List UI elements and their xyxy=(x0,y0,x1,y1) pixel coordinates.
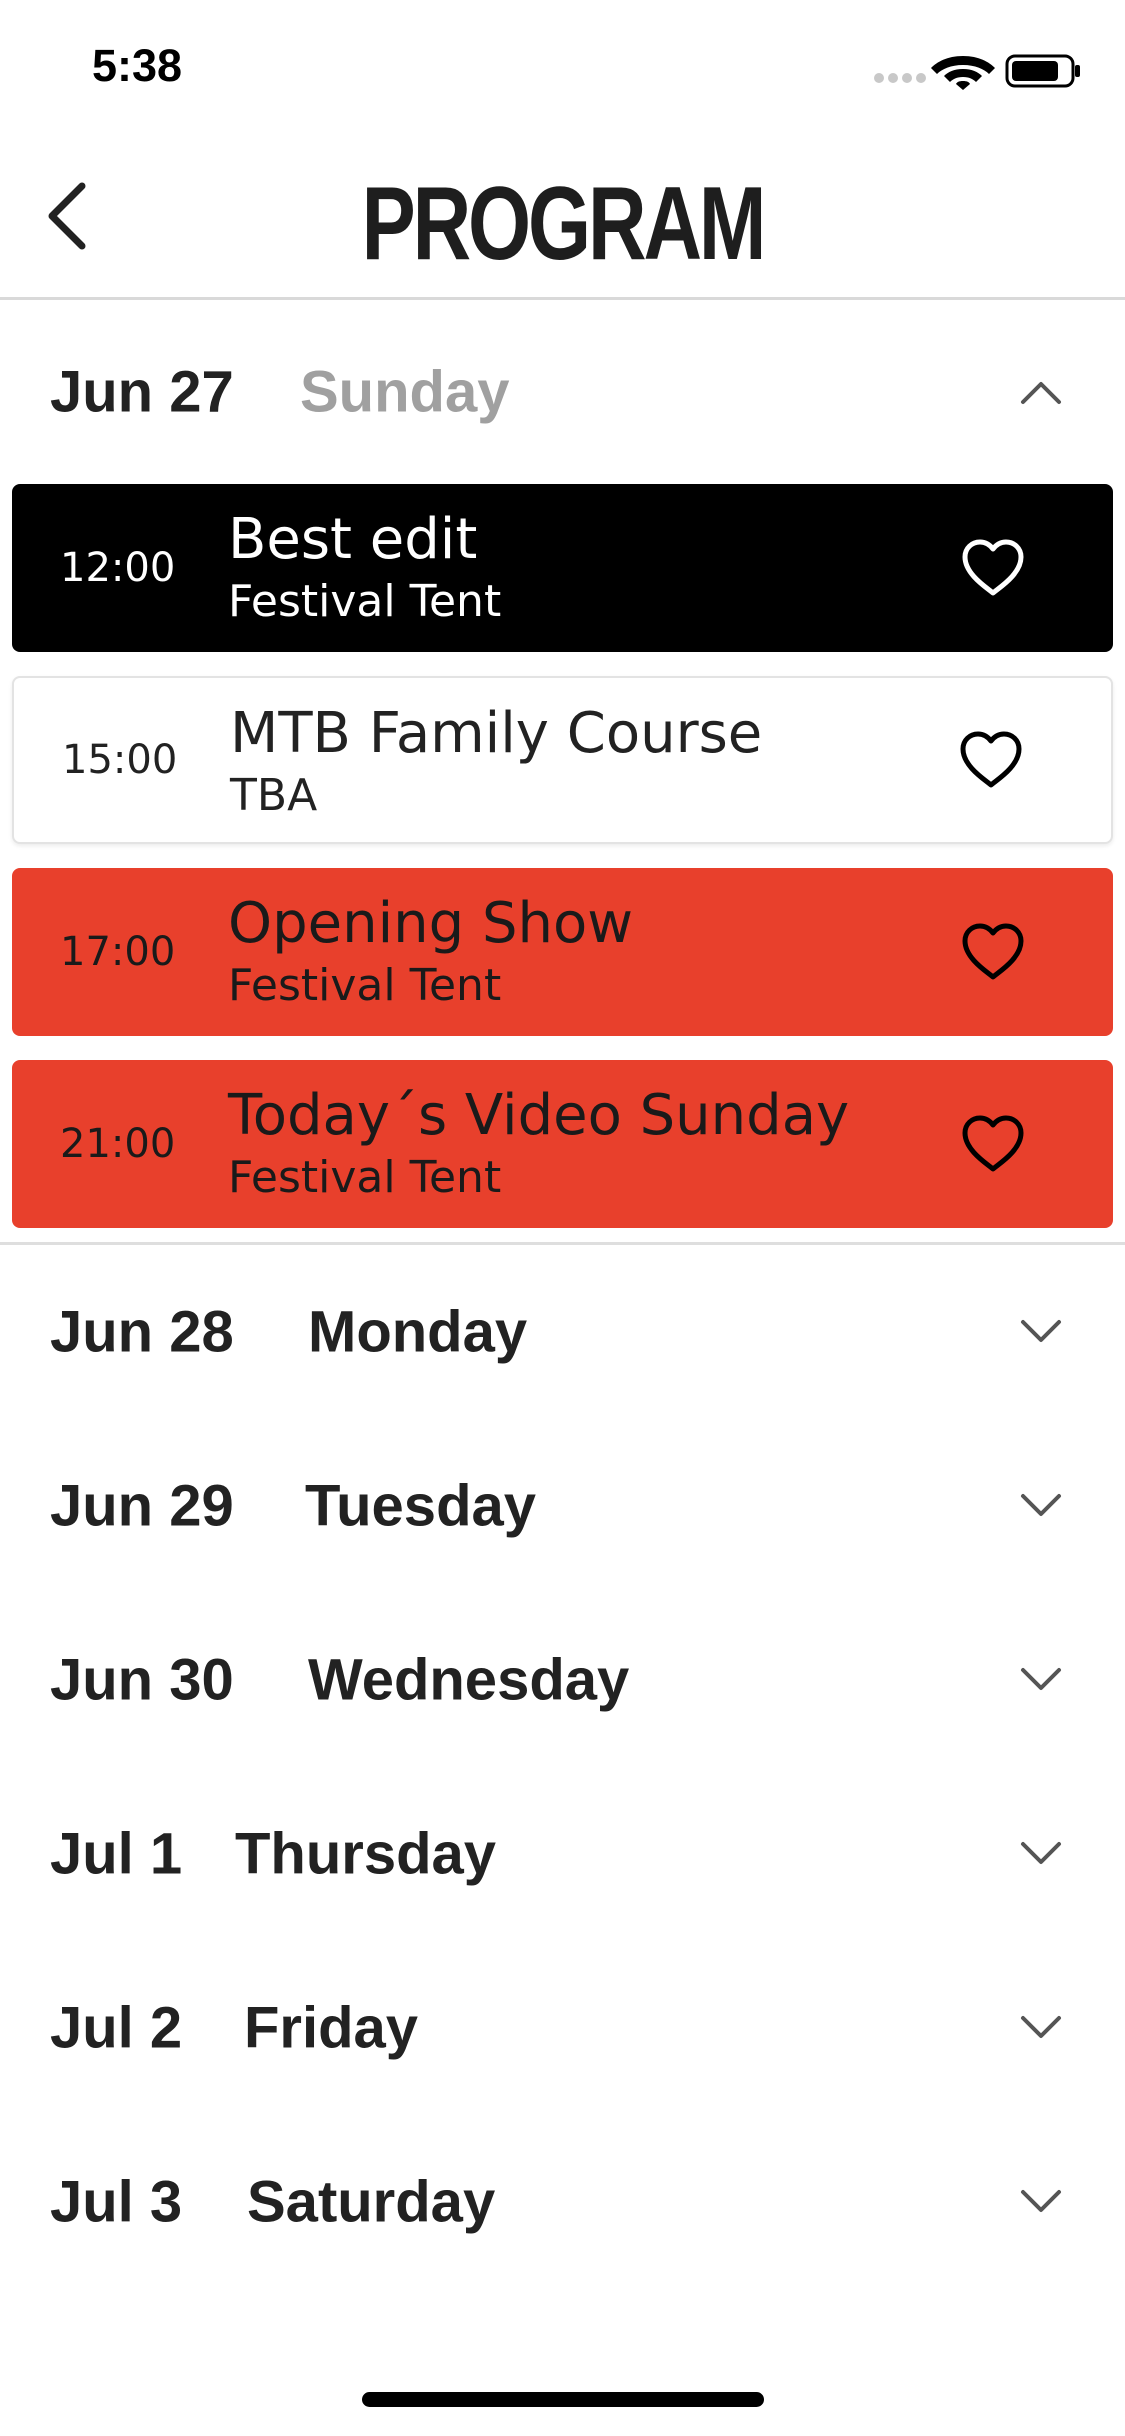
heart-icon[interactable] xyxy=(959,731,1023,789)
day-date: Jul 2 xyxy=(50,1995,183,2061)
day-header-jul-1[interactable]: Jul 1 Thursday xyxy=(0,1767,1125,1941)
chevron-up-icon xyxy=(1021,382,1061,404)
chevron-down-icon xyxy=(1021,1668,1061,1690)
event-location: Festival Tent xyxy=(228,576,502,627)
day-weekday: Wednesday xyxy=(308,1647,630,1713)
chevron-down-icon xyxy=(1021,1494,1061,1516)
day-weekday: Saturday xyxy=(247,2169,496,2235)
event-time: 15:00 xyxy=(62,737,178,783)
home-indicator xyxy=(362,2392,764,2407)
heart-icon[interactable] xyxy=(961,539,1025,597)
day-date: Jul 1 xyxy=(50,1821,183,1887)
event-time: 21:00 xyxy=(60,1121,176,1167)
day-header-jul-2[interactable]: Jul 2 Friday xyxy=(0,1941,1125,2115)
chevron-down-icon xyxy=(1021,1320,1061,1342)
event-list: 12:00 Best edit Festival Tent 15:00 MTB … xyxy=(0,484,1125,1228)
day-date: Jun 28 xyxy=(50,1299,234,1365)
day-date: Jun 27 xyxy=(50,359,234,425)
signal-icon xyxy=(874,73,926,83)
day-weekday: Monday xyxy=(308,1299,528,1365)
status-bar: 5:38 xyxy=(0,0,1125,132)
event-title: MTB Family Course xyxy=(230,701,763,766)
program-list: Jun 27 Sunday 12:00 Best edit Festival T… xyxy=(0,300,1125,2289)
day-weekday: Tuesday xyxy=(305,1473,537,1539)
day-weekday: Friday xyxy=(244,1995,419,2061)
back-button[interactable] xyxy=(38,180,98,252)
day-header-jun-30[interactable]: Jun 30 Wednesday xyxy=(0,1593,1125,1767)
event-title: Today´s Video Sunday xyxy=(228,1083,850,1148)
battery-icon xyxy=(1005,54,1080,88)
event-card[interactable]: 12:00 Best edit Festival Tent xyxy=(12,484,1113,652)
wifi-icon xyxy=(931,56,995,90)
day-header-jun-28[interactable]: Jun 28 Monday xyxy=(0,1245,1125,1419)
chevron-left-icon xyxy=(48,182,86,250)
event-card[interactable]: 21:00 Today´s Video Sunday Festival Tent xyxy=(12,1060,1113,1228)
heart-icon[interactable] xyxy=(961,923,1025,981)
event-time: 17:00 xyxy=(60,929,176,975)
chevron-down-icon xyxy=(1021,2190,1061,2212)
chevron-down-icon xyxy=(1021,2016,1061,2038)
day-weekday: Thursday xyxy=(235,1821,497,1887)
day-header-jul-3[interactable]: Jul 3 Saturday xyxy=(0,2115,1125,2289)
event-location: Festival Tent xyxy=(228,1152,502,1203)
event-title: Opening Show xyxy=(228,891,634,956)
event-location: TBA xyxy=(230,770,318,821)
heart-icon[interactable] xyxy=(961,1115,1025,1173)
event-time: 12:00 xyxy=(60,545,176,591)
status-time: 5:38 xyxy=(92,40,183,91)
status-icons xyxy=(874,54,1080,90)
chevron-down-icon xyxy=(1021,1842,1061,1864)
day-header-jun-27[interactable]: Jun 27 Sunday xyxy=(0,300,1125,484)
day-date: Jun 29 xyxy=(50,1473,234,1539)
day-header-jun-29[interactable]: Jun 29 Tuesday xyxy=(0,1419,1125,1593)
nav-bar: PROGRAM xyxy=(0,132,1125,300)
day-date: Jun 30 xyxy=(50,1647,234,1713)
page-title: PROGRAM xyxy=(361,166,767,282)
day-date: Jul 3 xyxy=(50,2169,183,2235)
event-card[interactable]: 15:00 MTB Family Course TBA xyxy=(12,676,1113,844)
event-card[interactable]: 17:00 Opening Show Festival Tent xyxy=(12,868,1113,1036)
event-location: Festival Tent xyxy=(228,960,502,1011)
event-title: Best edit xyxy=(228,507,478,572)
day-weekday: Sunday xyxy=(300,359,510,425)
